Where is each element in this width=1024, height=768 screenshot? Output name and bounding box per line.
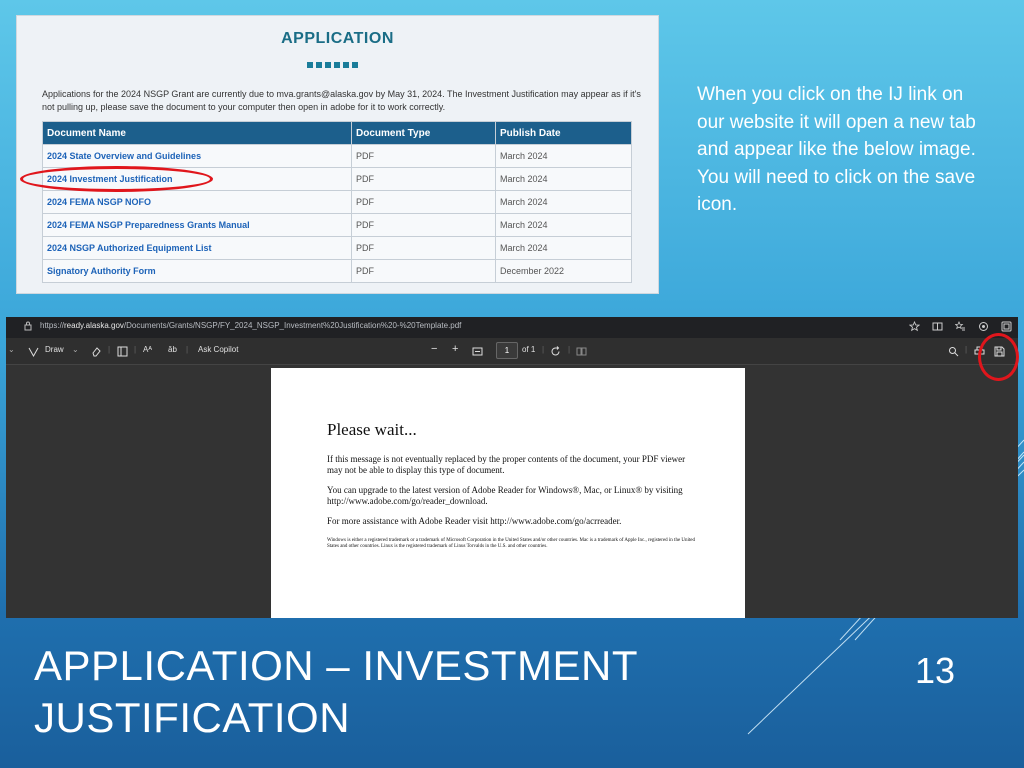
star-icon[interactable] — [909, 321, 920, 332]
publish-date: March 2024 — [495, 190, 632, 214]
zoom-out-button[interactable]: − — [431, 343, 437, 355]
two-page-icon[interactable] — [576, 346, 587, 357]
split-screen-icon[interactable] — [932, 321, 943, 332]
document-link[interactable]: 2024 FEMA NSGP Preparedness Grants Manua… — [42, 213, 352, 237]
pdf-paragraph: For more assistance with Adobe Reader vi… — [327, 516, 622, 526]
document-link[interactable]: 2024 FEMA NSGP NOFO — [42, 190, 352, 214]
toolbar-divider: | — [108, 345, 111, 354]
read-aloud-icon[interactable]: Aᴬ — [143, 345, 152, 354]
slide-title-line: APPLICATION – INVESTMENT — [34, 642, 638, 689]
publish-date: March 2024 — [495, 144, 632, 168]
document-type: PDF — [351, 259, 496, 283]
heading-dots — [307, 62, 358, 68]
column-header: Document Name — [42, 121, 352, 145]
pdf-toolbar: ⌄ Draw ⌄ | | Aᴬ ǎb | Ask Copilot − + 1 o… — [6, 338, 1018, 365]
pdf-page: Please wait... If this message is not ev… — [271, 368, 745, 618]
ask-copilot-button[interactable]: Ask Copilot — [198, 345, 238, 354]
document-type: PDF — [351, 144, 496, 168]
address-bar[interactable]: https://ready.alaska.gov/Documents/Grant… — [6, 317, 1018, 338]
slide-title-line: JUSTIFICATION — [34, 694, 351, 741]
page-view-icon[interactable] — [117, 346, 128, 357]
toolbar-divider: | — [965, 345, 968, 354]
publish-date: March 2024 — [495, 167, 632, 191]
address-bar-icons — [909, 321, 1012, 332]
application-heading: APPLICATION — [281, 30, 394, 47]
search-icon[interactable] — [948, 346, 959, 357]
document-type: PDF — [351, 167, 496, 191]
table-row: 2024 FEMA NSGP NOFO PDF March 2024 — [42, 190, 632, 214]
table-row: Signatory Authority Form PDF December 20… — [42, 259, 632, 283]
publish-date: March 2024 — [495, 213, 632, 237]
favorites-icon[interactable] — [955, 321, 966, 332]
page-count: of 1 — [522, 345, 536, 354]
publish-date: March 2024 — [495, 236, 632, 260]
zoom-in-button[interactable]: + — [452, 343, 458, 355]
url-host: ready.alaska.gov — [64, 321, 124, 330]
slide-title: APPLICATION – INVESTMENT JUSTIFICATION — [34, 640, 638, 744]
page-number-input[interactable]: 1 — [496, 342, 518, 359]
lock-icon — [24, 321, 32, 331]
fit-page-icon[interactable] — [472, 346, 483, 357]
document-type: PDF — [351, 190, 496, 214]
column-header: Document Type — [351, 121, 496, 145]
document-link[interactable]: 2024 NSGP Authorized Equipment List — [42, 236, 352, 260]
slide-number: 13 — [915, 650, 956, 691]
toolbar-divider: | — [134, 345, 137, 354]
draw-icon[interactable] — [28, 346, 39, 357]
pdf-heading: Please wait... — [327, 420, 417, 439]
url-prefix: https:// — [40, 321, 65, 330]
browser-pdf-viewer-screenshot: https://ready.alaska.gov/Documents/Grant… — [6, 317, 1018, 618]
publish-date: December 2022 — [495, 259, 632, 283]
instruction-callout: When you click on the IJ link on our web… — [697, 84, 976, 215]
column-header: Publish Date — [495, 121, 632, 145]
translate-icon[interactable]: ǎb — [168, 345, 177, 354]
toolbar-divider: | — [186, 345, 189, 354]
documents-table: Document Name Document Type Publish Date… — [42, 121, 632, 283]
url-path: /Documents/Grants/NSGP/FY_2024_NSGP_Inve… — [123, 321, 462, 330]
pdf-fine-print: Windows is either a registered trademark… — [327, 538, 696, 549]
collections-icon[interactable] — [1001, 321, 1012, 332]
application-note: Applications for the 2024 NSGP Grant are… — [42, 89, 641, 112]
draw-dropdown-icon[interactable]: ⌄ — [72, 345, 79, 354]
pdf-paragraph: If this message is not eventually replac… — [327, 454, 686, 475]
highlight-circle-save-icon — [978, 333, 1019, 381]
document-link[interactable]: Signatory Authority Form — [42, 259, 352, 283]
document-type: PDF — [351, 236, 496, 260]
table-header-row: Document Name Document Type Publish Date — [42, 121, 632, 145]
url-text[interactable]: https://ready.alaska.gov/Documents/Grant… — [40, 321, 461, 330]
highlight-circle-ij-link — [20, 166, 213, 192]
extensions-icon[interactable] — [978, 321, 989, 332]
document-link[interactable]: 2024 State Overview and Guidelines — [42, 144, 352, 168]
table-row: 2024 NSGP Authorized Equipment List PDF … — [42, 236, 632, 260]
pdf-canvas: Please wait... If this message is not ev… — [6, 365, 1018, 618]
table-row: 2024 State Overview and Guidelines PDF M… — [42, 144, 632, 168]
chevron-down-icon[interactable]: ⌄ — [8, 345, 15, 354]
draw-button[interactable]: Draw — [45, 345, 64, 354]
pdf-paragraph: You can upgrade to the latest version of… — [327, 485, 683, 506]
eraser-icon[interactable] — [91, 346, 102, 357]
application-page-screenshot: APPLICATION Applications for the 2024 NS… — [17, 16, 658, 293]
toolbar-divider: | — [568, 345, 571, 354]
rotate-icon[interactable] — [550, 346, 561, 357]
table-row: 2024 FEMA NSGP Preparedness Grants Manua… — [42, 213, 632, 237]
toolbar-divider: | — [542, 345, 545, 354]
document-type: PDF — [351, 213, 496, 237]
